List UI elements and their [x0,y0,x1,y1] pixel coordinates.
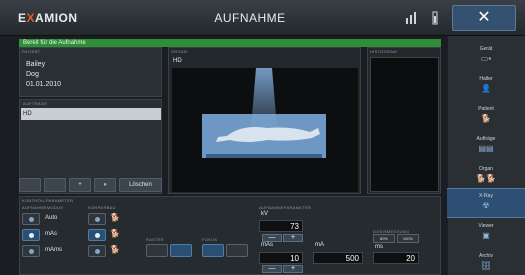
sidebar-item-halter[interactable]: Halter 👤 [447,72,525,102]
xray-icon: ☢ [482,201,490,210]
organ-label: ORGAN [171,49,188,54]
sidebar-item-patient[interactable]: Patient 🐕 [447,102,525,132]
sidebar-item-viewer[interactable]: Viewer ▣ [447,219,525,249]
page-title: AUFNAHME [214,11,286,25]
control-section-label: KONTROLLPARAMETER [22,198,74,203]
owner-icon: 👤 [481,84,491,93]
order-button-2[interactable] [44,178,66,192]
histogram-display [370,57,439,192]
delete-order-button[interactable]: Löschen [119,178,162,192]
patient-birthdate: 01.01.2010 [26,81,62,88]
viewer-icon: ▣ [482,231,490,240]
mas-decrease-button[interactable]: — [262,265,282,273]
battery-icon [428,10,442,26]
mas-increase-button[interactable]: + [283,265,303,273]
raster-label: RASTER [146,237,165,242]
dog-medium-icon: 🐕 [110,229,120,238]
raster-off-button[interactable] [146,244,168,257]
mode-mams-button[interactable] [22,245,40,257]
kv-value[interactable]: 73 [259,220,303,232]
patient-icon: 🐕 [481,114,491,123]
ms-value: 20 [373,252,419,264]
focus-large-button[interactable] [226,244,248,257]
raster-on-button[interactable] [170,244,192,257]
mode-mas-label: mAs [45,231,57,237]
orders-label: AUFTRÄGE [23,101,48,106]
params-label: AUFNAHMEPARAMETER [259,205,312,210]
organ-icon: 🐕🐕 [476,174,496,183]
network-status-icon [404,10,418,26]
orders-icon: ▤▤ [478,144,494,153]
dose-80-button[interactable]: 80% [373,234,395,243]
histogram-label: HISTOGRAM [370,49,397,54]
sidebar-item-archiv[interactable]: Archiv 🗄 [447,249,525,275]
focus-small-button[interactable] [202,244,224,257]
patient-label: PATIENT [22,49,41,54]
body-large-button[interactable] [88,245,106,257]
body-small-button[interactable] [88,213,106,225]
body-label: KÖRPERBAU [88,205,116,210]
patient-name: Bailey [26,61,46,68]
dose-100-button[interactable]: 100% [397,234,419,243]
body-medium-button[interactable] [88,229,106,241]
dog-small-icon: 🐕 [110,213,120,222]
mode-auto-button[interactable] [22,213,40,225]
ma-value: 500 [313,252,363,264]
device-icon: ▭▪ [480,54,492,63]
mode-label: AUFNAHMEMODUS [22,205,64,210]
mode-auto-label: Auto [45,215,58,221]
positioning-preview [172,68,358,192]
ma-label: mA [315,242,324,248]
order-option-button[interactable]: ● [94,178,116,192]
close-button[interactable]: ✕ [452,5,516,31]
sidebar-item-xray[interactable]: X-Ray ☢ [447,188,525,218]
mas-label: mAs [261,242,273,248]
ms-label: ms [375,244,383,250]
mode-mas-button[interactable] [22,229,40,241]
status-bar: Bereit für die Aufnahme [19,39,441,47]
patient-panel [19,47,162,97]
mode-mams-label: mAms [45,247,62,253]
focus-label: FOKUS [202,237,218,242]
archive-icon: 🗄 [480,261,492,270]
order-list-item-selected[interactable]: HD [21,108,161,120]
kv-label: kV [261,211,269,217]
add-order-button[interactable]: + [69,178,91,192]
patient-species: Dog [26,71,39,78]
examion-logo: EXAMION [18,11,78,25]
kv-decrease-button[interactable]: — [262,234,282,242]
organ-name: HD [173,58,182,64]
dog-large-icon: 🐕 [110,245,120,254]
sidebar-item-auftraege[interactable]: Aufträge ▤▤ [447,132,525,162]
order-button-1[interactable] [19,178,41,192]
mas-value[interactable]: 10 [259,252,303,264]
kv-increase-button[interactable]: + [283,234,303,242]
sidebar-item-geraet[interactable]: Gerät ▭▪ [447,42,525,72]
